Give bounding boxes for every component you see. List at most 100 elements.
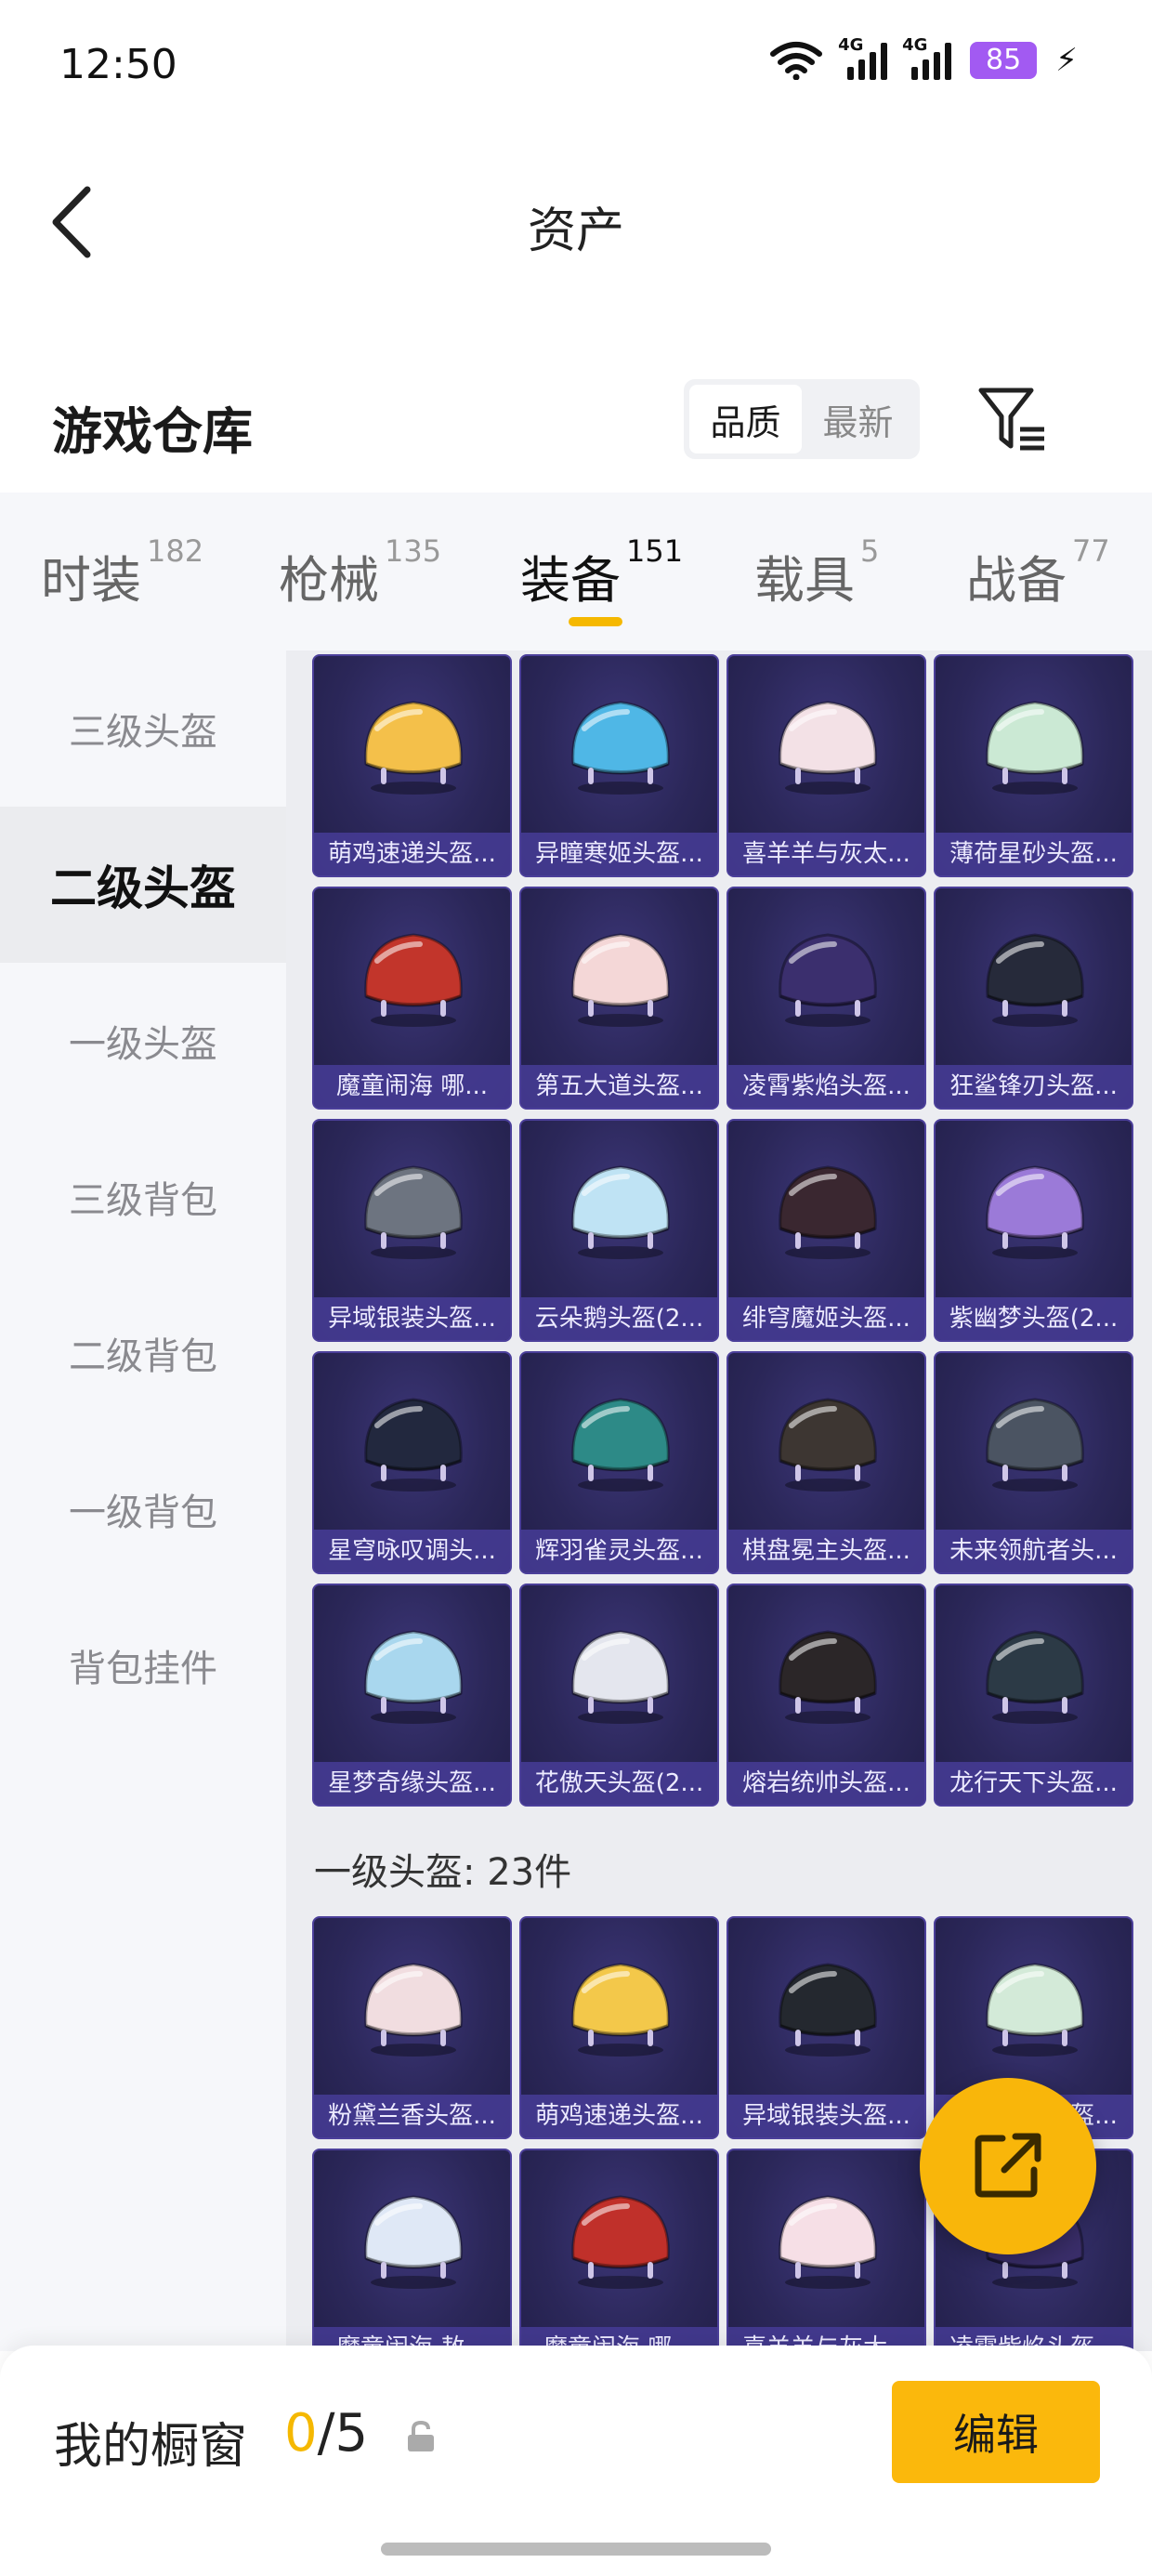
tab-vehicles[interactable]: 载具 5 <box>754 533 879 612</box>
item-card[interactable]: 紫幽梦头盔(2... <box>934 1119 1133 1342</box>
tab-fashion[interactable]: 时装 182 <box>41 533 203 612</box>
helmet-icon <box>364 933 463 1027</box>
subcategory-sidebar: 三级头盔 二级头盔 一级头盔 三级背包 二级背包 一级背包 背包挂件 <box>0 651 286 2351</box>
showcase-separator: / <box>317 2403 335 2464</box>
helmet-icon <box>986 1165 1084 1259</box>
item-card[interactable]: 喜羊羊与灰太... <box>727 2149 926 2351</box>
showcase-bar: 我的橱窗 0/5 编辑 <box>0 2346 1152 2576</box>
share-button[interactable] <box>920 2078 1096 2254</box>
tab-count: 135 <box>385 533 442 569</box>
item-name: 萌鸡速递头盔... <box>521 2095 717 2137</box>
warehouse-title: 游戏仓库 <box>52 402 253 461</box>
item-name: 未来领航者头... <box>936 1530 1132 1572</box>
helmet-icon <box>779 1165 877 1259</box>
active-tab-indicator <box>569 617 622 626</box>
sort-toggle: 品质 最新 <box>684 379 920 459</box>
item-card[interactable]: 喜羊羊与灰太... <box>727 654 926 877</box>
item-card[interactable]: 凌霄紫焰头盔... <box>727 887 926 1110</box>
battery-indicator: 85 <box>970 42 1038 79</box>
item-card[interactable]: 辉羽雀灵头盔... <box>519 1351 719 1574</box>
item-card[interactable]: 绯穹魔姬头盔... <box>727 1119 926 1342</box>
item-card[interactable]: 熔岩统帅头盔... <box>727 1584 926 1807</box>
item-name: 花傲天头盔(2... <box>521 1762 717 1805</box>
helmet-icon <box>571 1165 670 1259</box>
item-card[interactable]: 龙行天下头盔... <box>934 1584 1133 1807</box>
sort-newest-option[interactable]: 最新 <box>802 385 914 453</box>
sort-quality-option[interactable]: 品质 <box>689 385 802 453</box>
item-card[interactable]: 萌鸡速递头盔... <box>312 654 512 877</box>
item-card[interactable]: 薄荷星砂头盔... <box>934 654 1133 877</box>
sidebar-item-level3-helmet[interactable]: 三级头盔 <box>0 651 286 807</box>
sidebar-item-level3-backpack[interactable]: 三级背包 <box>0 1119 286 1275</box>
item-card[interactable]: 星梦奇缘头盔... <box>312 1584 512 1807</box>
item-card[interactable]: 魔童闹海 哪... <box>312 887 512 1110</box>
helmet-icon <box>571 1963 670 2057</box>
showcase-total: 5 <box>334 2403 369 2464</box>
helmet-icon <box>779 1963 877 2057</box>
item-name: 薄荷星砂头盔... <box>936 833 1132 875</box>
sidebar-item-level1-helmet[interactable]: 一级头盔 <box>0 963 286 1119</box>
sidebar-item-level2-backpack[interactable]: 二级背包 <box>0 1275 286 1431</box>
tab-equipment[interactable]: 装备 151 <box>520 533 683 612</box>
tab-supplies[interactable]: 战备 77 <box>966 533 1110 612</box>
item-name: 喜羊羊与灰太... <box>728 833 924 875</box>
helmet-icon <box>986 1963 1084 2057</box>
lock-icon <box>408 2420 434 2451</box>
tab-label: 战备 <box>966 551 1067 610</box>
item-name: 星梦奇缘头盔... <box>314 1762 510 1805</box>
helmet-icon <box>779 1630 877 1724</box>
item-card[interactable]: 狂鲨锋刃头盔... <box>934 887 1133 1110</box>
item-card[interactable]: 第五大道头盔... <box>519 887 719 1110</box>
tab-label: 装备 <box>520 551 621 610</box>
item-name: 云朵鹅头盔(2... <box>521 1297 717 1340</box>
item-card[interactable]: 星穹咏叹调头... <box>312 1351 512 1574</box>
item-card[interactable]: 异瞳寒姬头盔... <box>519 654 719 877</box>
sidebar-item-backpack-charm[interactable]: 背包挂件 <box>0 1587 286 1743</box>
item-card[interactable]: 花傲天头盔(2... <box>519 1584 719 1807</box>
item-name: 紫幽梦头盔(2... <box>936 1297 1132 1340</box>
item-name: 绯穹魔姬头盔... <box>728 1297 924 1340</box>
signal-label: 4G <box>838 35 864 55</box>
tab-count: 5 <box>860 533 880 569</box>
item-card[interactable]: 云朵鹅头盔(2... <box>519 1119 719 1342</box>
status-time: 12:50 <box>59 41 177 88</box>
helmet-icon <box>571 933 670 1027</box>
item-name: 星穹咏叹调头... <box>314 1530 510 1572</box>
warehouse-toolbar: 游戏仓库 品质 最新 <box>0 372 1152 474</box>
share-icon <box>975 2133 1041 2198</box>
tab-label: 时装 <box>41 551 141 610</box>
helmet-icon <box>571 2195 670 2289</box>
home-indicator <box>381 2543 771 2556</box>
item-card[interactable]: 魔童闹海 敖... <box>312 2149 512 2351</box>
tab-count: 77 <box>1072 533 1110 569</box>
showcase-count: 0/5 <box>284 2403 368 2464</box>
status-bar: 12:50 4G 4G 85 ⚡ <box>0 0 1152 139</box>
tab-guns[interactable]: 枪械 135 <box>279 533 441 612</box>
sidebar-item-level1-backpack[interactable]: 一级背包 <box>0 1431 286 1587</box>
item-name: 魔童闹海 哪... <box>314 1065 510 1108</box>
cell-signal-icon: 4G <box>838 35 888 80</box>
item-card[interactable]: 棋盘冕主头盔... <box>727 1351 926 1574</box>
showcase-label: 我的橱窗 <box>54 2419 248 2475</box>
item-name: 粉黛兰香头盔... <box>314 2095 510 2137</box>
item-card[interactable]: 异域银装头盔... <box>727 1916 926 2139</box>
item-card[interactable]: 魔童闹海 哪... <box>519 2149 719 2351</box>
tab-label: 枪械 <box>279 551 379 610</box>
item-name: 龙行天下头盔... <box>936 1762 1132 1805</box>
item-card[interactable]: 粉黛兰香头盔... <box>312 1916 512 2139</box>
helmet-icon <box>986 933 1084 1027</box>
sidebar-item-level2-helmet[interactable]: 二级头盔 <box>0 807 286 963</box>
helmet-icon <box>779 1398 877 1492</box>
helmet-icon <box>364 1963 463 2057</box>
helmet-icon <box>364 1398 463 1492</box>
helmet-icon <box>986 1630 1084 1724</box>
item-card[interactable]: 未来领航者头... <box>934 1351 1133 1574</box>
edit-button[interactable]: 编辑 <box>892 2381 1100 2483</box>
signal-label: 4G <box>902 35 928 55</box>
item-card[interactable]: 萌鸡速递头盔... <box>519 1916 719 2139</box>
helmet-icon <box>779 701 877 795</box>
cell-signal-icon: 4G <box>902 35 952 80</box>
filter-icon[interactable] <box>977 385 1048 455</box>
item-card[interactable]: 异域银装头盔... <box>312 1119 512 1342</box>
page-title: 资产 <box>527 204 624 259</box>
